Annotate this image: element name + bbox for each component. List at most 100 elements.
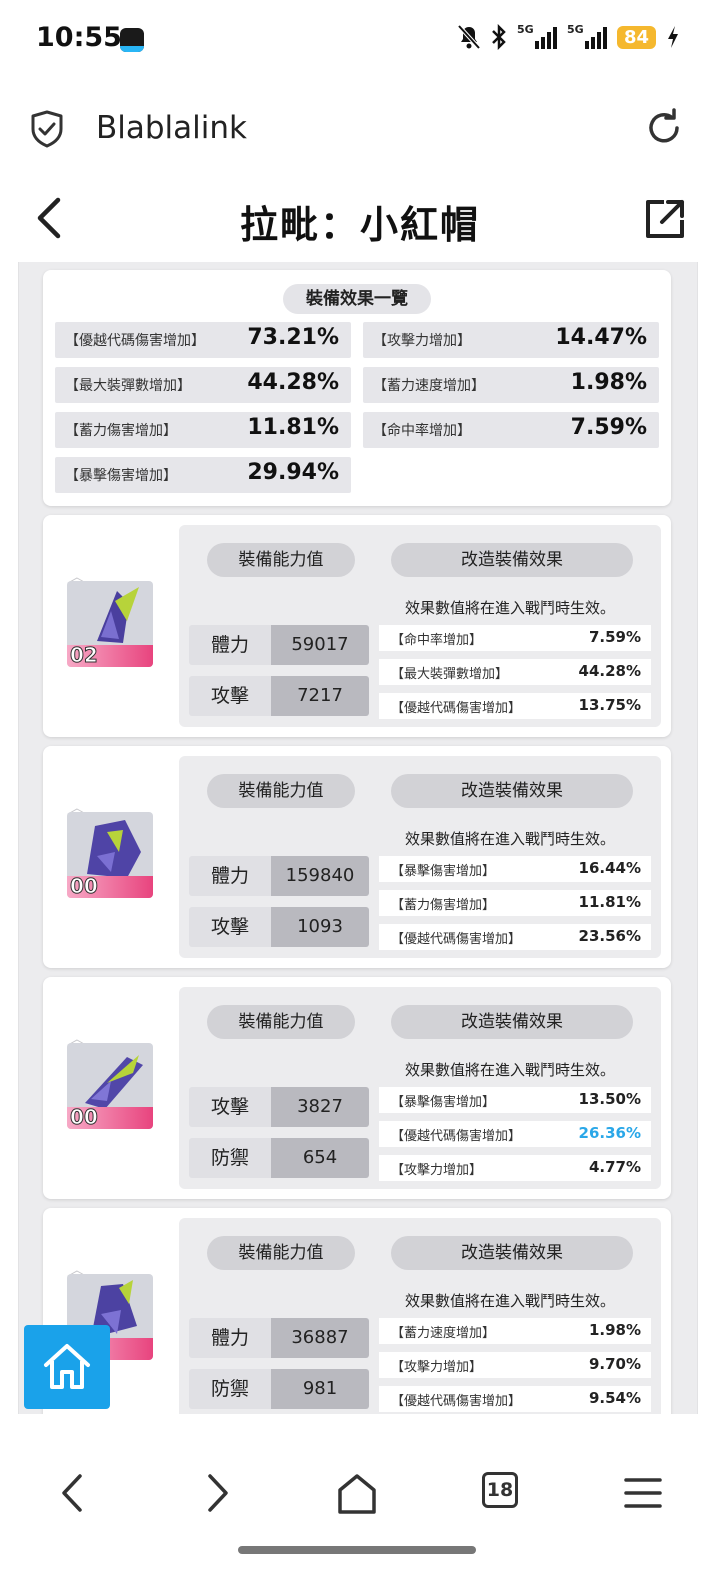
stat-name: 攻擊: [189, 907, 271, 947]
summary-item-label: 【蓄力速度增加】: [373, 378, 485, 394]
tab-count: 18: [482, 1472, 518, 1508]
summary-item-label: 【攻擊力增加】: [373, 333, 471, 349]
stats-header: 裝備能力值: [207, 543, 355, 577]
site-title: Blablalink: [96, 110, 247, 146]
effects-header: 改造裝備效果: [391, 1236, 633, 1270]
floating-home-button[interactable]: [24, 1325, 110, 1409]
equipment-panel: 裝備能力值 改造裝備效果 體力 59017 攻擊 7217 效果數值將在進入戰鬥…: [179, 525, 661, 727]
effect-label: 【優越代碼傷害增加】: [391, 701, 522, 716]
effect-row: 【蓄力傷害增加】 11.81%: [379, 890, 651, 916]
effect-label: 【攻擊力增加】: [391, 1163, 483, 1178]
stats-header: 裝備能力值: [207, 1005, 355, 1039]
effect-value: 11.81%: [578, 893, 641, 911]
effect-label: 【優越代碼傷害增加】: [391, 1394, 522, 1409]
browser-bottom-nav: 18: [0, 1414, 720, 1584]
summary-item-value: 14.47%: [555, 325, 647, 350]
stat-value: 159840: [271, 856, 369, 896]
summary-item-value: 44.28%: [247, 370, 339, 395]
app-notification-icon: [120, 28, 144, 52]
signal-2-icon: 5G: [566, 23, 607, 49]
summary-item-label: 【命中率增加】: [373, 423, 471, 439]
effect-value-highlighted: 26.36%: [578, 1124, 641, 1142]
stat-name: 攻擊: [189, 1087, 271, 1127]
signal-2-label: 5G: [566, 23, 584, 36]
stat-value: 3827: [271, 1087, 369, 1127]
nav-forward-icon[interactable]: [192, 1468, 242, 1518]
effect-row: 【優越代碼傷害增加】 26.36%: [379, 1121, 651, 1147]
equipment-card[interactable]: 裝備能力值 改造裝備效果 體力 36887 防禦 981 效果數值將在進入戰鬥時…: [43, 1208, 671, 1414]
effect-label: 【最大裝彈數增加】: [391, 667, 509, 682]
equipment-level: 02: [70, 643, 99, 668]
equipment-card[interactable]: 00 裝備能力值 改造裝備效果 體力 159840 攻擊 1093 效果數值將在…: [43, 746, 671, 968]
summary-item-value: 11.81%: [247, 415, 339, 440]
summary-item: 【優越代碼傷害增加】 73.21%: [55, 322, 351, 358]
effect-value: 4.77%: [588, 1158, 641, 1176]
browser-bar: Blablalink: [0, 80, 720, 176]
menu-icon[interactable]: [618, 1468, 668, 1518]
effect-label: 【攻擊力增加】: [391, 1360, 483, 1375]
stat-name: 防禦: [189, 1138, 271, 1178]
stat-name: 體力: [189, 1318, 271, 1358]
nav-home-icon[interactable]: [332, 1468, 382, 1518]
effect-row: 【暴擊傷害增加】 13.50%: [379, 1087, 651, 1113]
signal-1-label: 5G: [516, 23, 534, 36]
summary-item: 【命中率增加】 7.59%: [363, 412, 659, 448]
effect-value: 7.59%: [588, 628, 641, 646]
status-time: 10:55: [36, 22, 122, 53]
effects-header: 改造裝備效果: [391, 543, 633, 577]
content-area: 裝備效果一覽 【優越代碼傷害增加】 73.21% 【攻擊力增加】 14.47% …: [18, 262, 698, 1414]
equipment-panel: 裝備能力值 改造裝備效果 體力 159840 攻擊 1093 效果數值將在進入戰…: [179, 756, 661, 958]
summary-item-value: 7.59%: [570, 415, 647, 440]
summary-item-label: 【最大裝彈數增加】: [65, 378, 191, 394]
summary-item: 【暴擊傷害增加】 29.94%: [55, 457, 351, 493]
summary-item-value: 73.21%: [247, 325, 339, 350]
summary-item-label: 【蓄力傷害增加】: [65, 423, 177, 439]
effect-label: 【暴擊傷害增加】: [391, 864, 496, 879]
effect-value: 44.28%: [578, 662, 641, 680]
effect-label: 【命中率增加】: [391, 633, 483, 648]
shield-check-icon[interactable]: [30, 110, 64, 148]
effect-value: 9.54%: [588, 1389, 641, 1407]
stats-header: 裝備能力值: [207, 1236, 355, 1270]
reload-icon[interactable]: [644, 108, 684, 148]
summary-item-value: 1.98%: [570, 370, 647, 395]
stat-name: 體力: [189, 856, 271, 896]
effect-row: 【優越代碼傷害增加】 13.75%: [379, 693, 651, 719]
summary-item: 【蓄力傷害增加】 11.81%: [55, 412, 351, 448]
summary-item: 【攻擊力增加】 14.47%: [363, 322, 659, 358]
effects-note: 效果數值將在進入戰鬥時生效。: [405, 830, 616, 848]
effect-row: 【優越代碼傷害增加】 9.54%: [379, 1386, 651, 1412]
effect-value: 13.75%: [578, 696, 641, 714]
tabs-button[interactable]: 18: [482, 1472, 532, 1522]
effects-note: 效果數值將在進入戰鬥時生效。: [405, 599, 616, 617]
effects-note: 效果數值將在進入戰鬥時生效。: [405, 1061, 616, 1079]
stat-value: 59017: [271, 625, 369, 665]
effect-value: 9.70%: [588, 1355, 641, 1373]
stat-value: 981: [271, 1369, 369, 1409]
stat-value: 36887: [271, 1318, 369, 1358]
page-header: 拉毗：小紅帽: [0, 176, 720, 262]
signal-1-icon: 5G: [516, 23, 557, 49]
effect-value: 1.98%: [588, 1321, 641, 1339]
bluetooth-icon: [492, 24, 506, 50]
effect-row: 【攻擊力增加】 4.77%: [379, 1155, 651, 1181]
equipment-image: 02: [67, 581, 153, 667]
stats-header: 裝備能力值: [207, 774, 355, 808]
equipment-card[interactable]: 00 裝備能力值 改造裝備效果 攻擊 3827 防禦 654 效果數值將在進入戰…: [43, 977, 671, 1199]
effect-row: 【優越代碼傷害增加】 23.56%: [379, 924, 651, 950]
equipment-card[interactable]: 02 裝備能力值 改造裝備效果 體力 59017 攻擊 7217 效果數值將在進…: [43, 515, 671, 737]
bell-muted-icon: [457, 24, 481, 50]
effect-row: 【最大裝彈數增加】 44.28%: [379, 659, 651, 685]
equipment-image: 00: [67, 812, 153, 898]
nav-back-icon[interactable]: [50, 1468, 100, 1518]
summary-item-value: 29.94%: [247, 460, 339, 485]
stat-value: 7217: [271, 676, 369, 716]
effects-note: 效果數值將在進入戰鬥時生效。: [405, 1292, 616, 1310]
effects-header: 改造裝備效果: [391, 1005, 633, 1039]
summary-item: 【蓄力速度增加】 1.98%: [363, 367, 659, 403]
gesture-bar[interactable]: [238, 1546, 476, 1554]
stat-value: 654: [271, 1138, 369, 1178]
effect-label: 【暴擊傷害增加】: [391, 1095, 496, 1110]
share-icon[interactable]: [644, 198, 686, 240]
summary-card: 裝備效果一覽 【優越代碼傷害增加】 73.21% 【攻擊力增加】 14.47% …: [43, 270, 671, 506]
